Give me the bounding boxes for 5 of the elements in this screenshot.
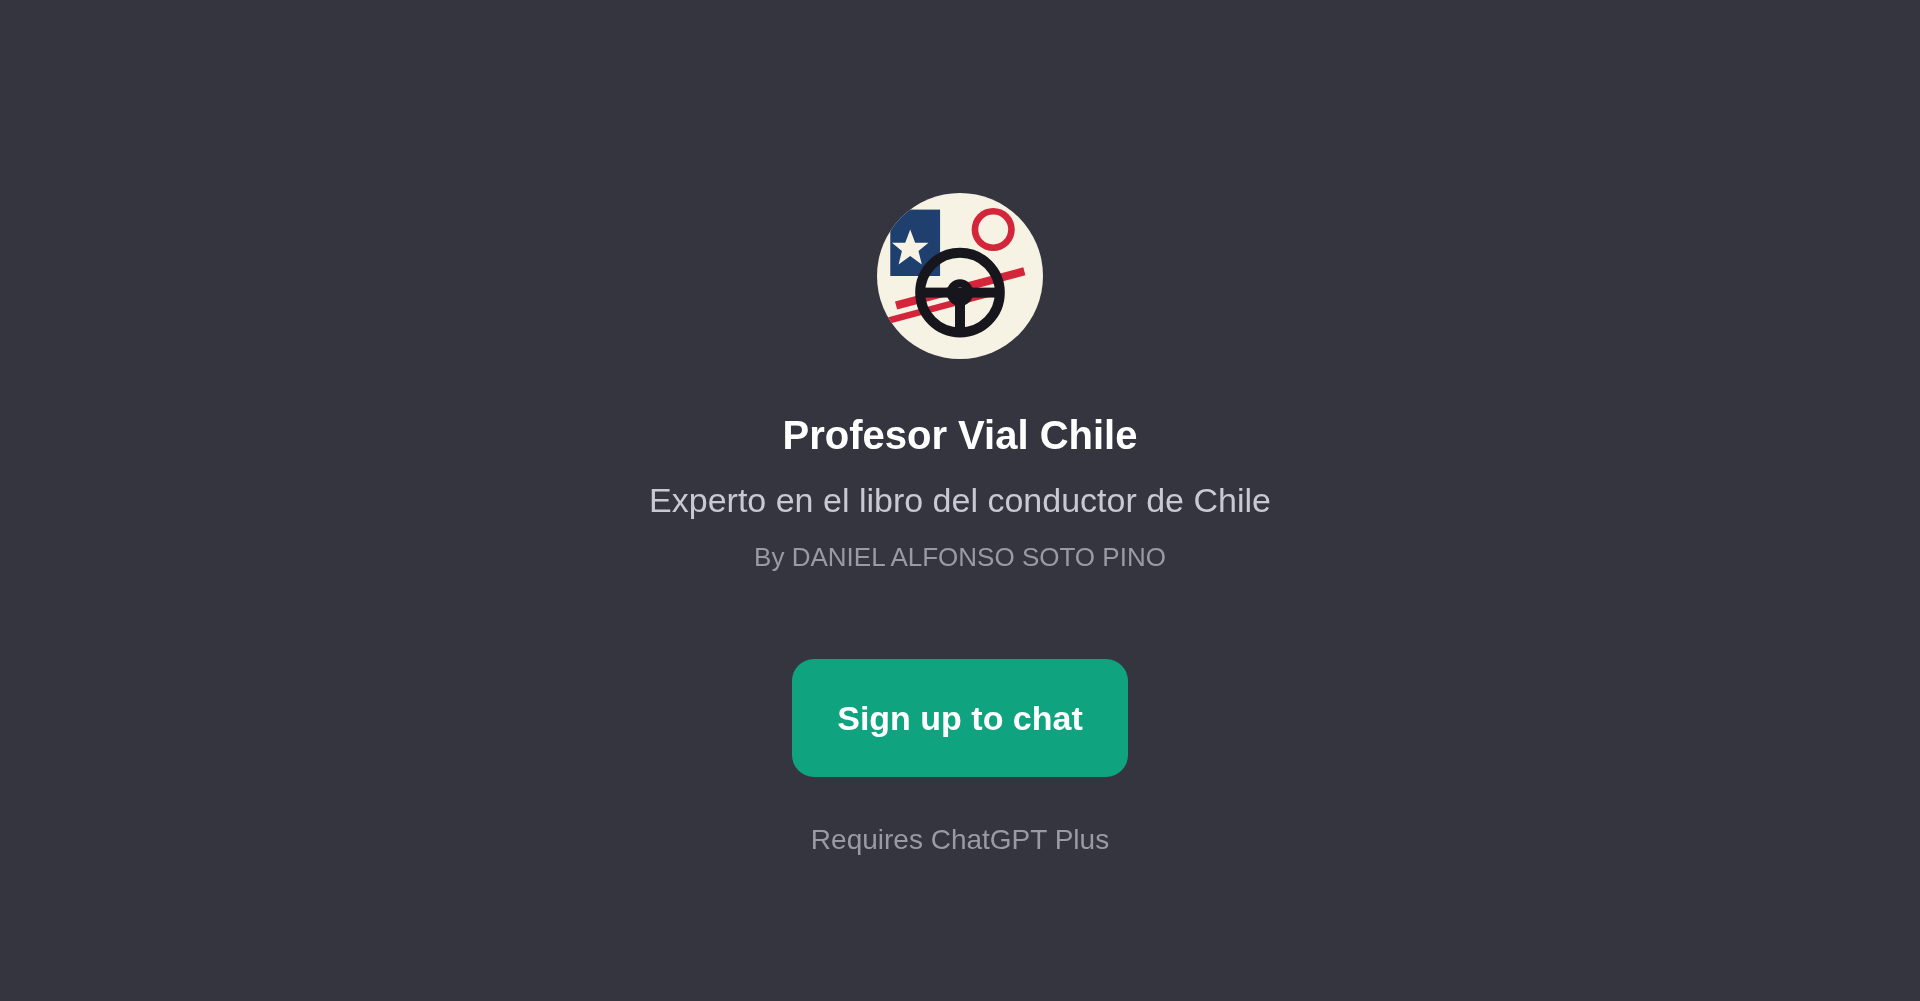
signup-button[interactable]: Sign up to chat <box>792 659 1128 777</box>
author-line: By DANIEL ALFONSO SOTO PINO <box>754 541 1166 573</box>
requirement-note: Requires ChatGPT Plus <box>810 823 1110 857</box>
gpt-title: Profesor Vial Chile <box>782 412 1138 459</box>
gpt-description: Experto en el libro del conductor de Chile <box>649 480 1271 521</box>
